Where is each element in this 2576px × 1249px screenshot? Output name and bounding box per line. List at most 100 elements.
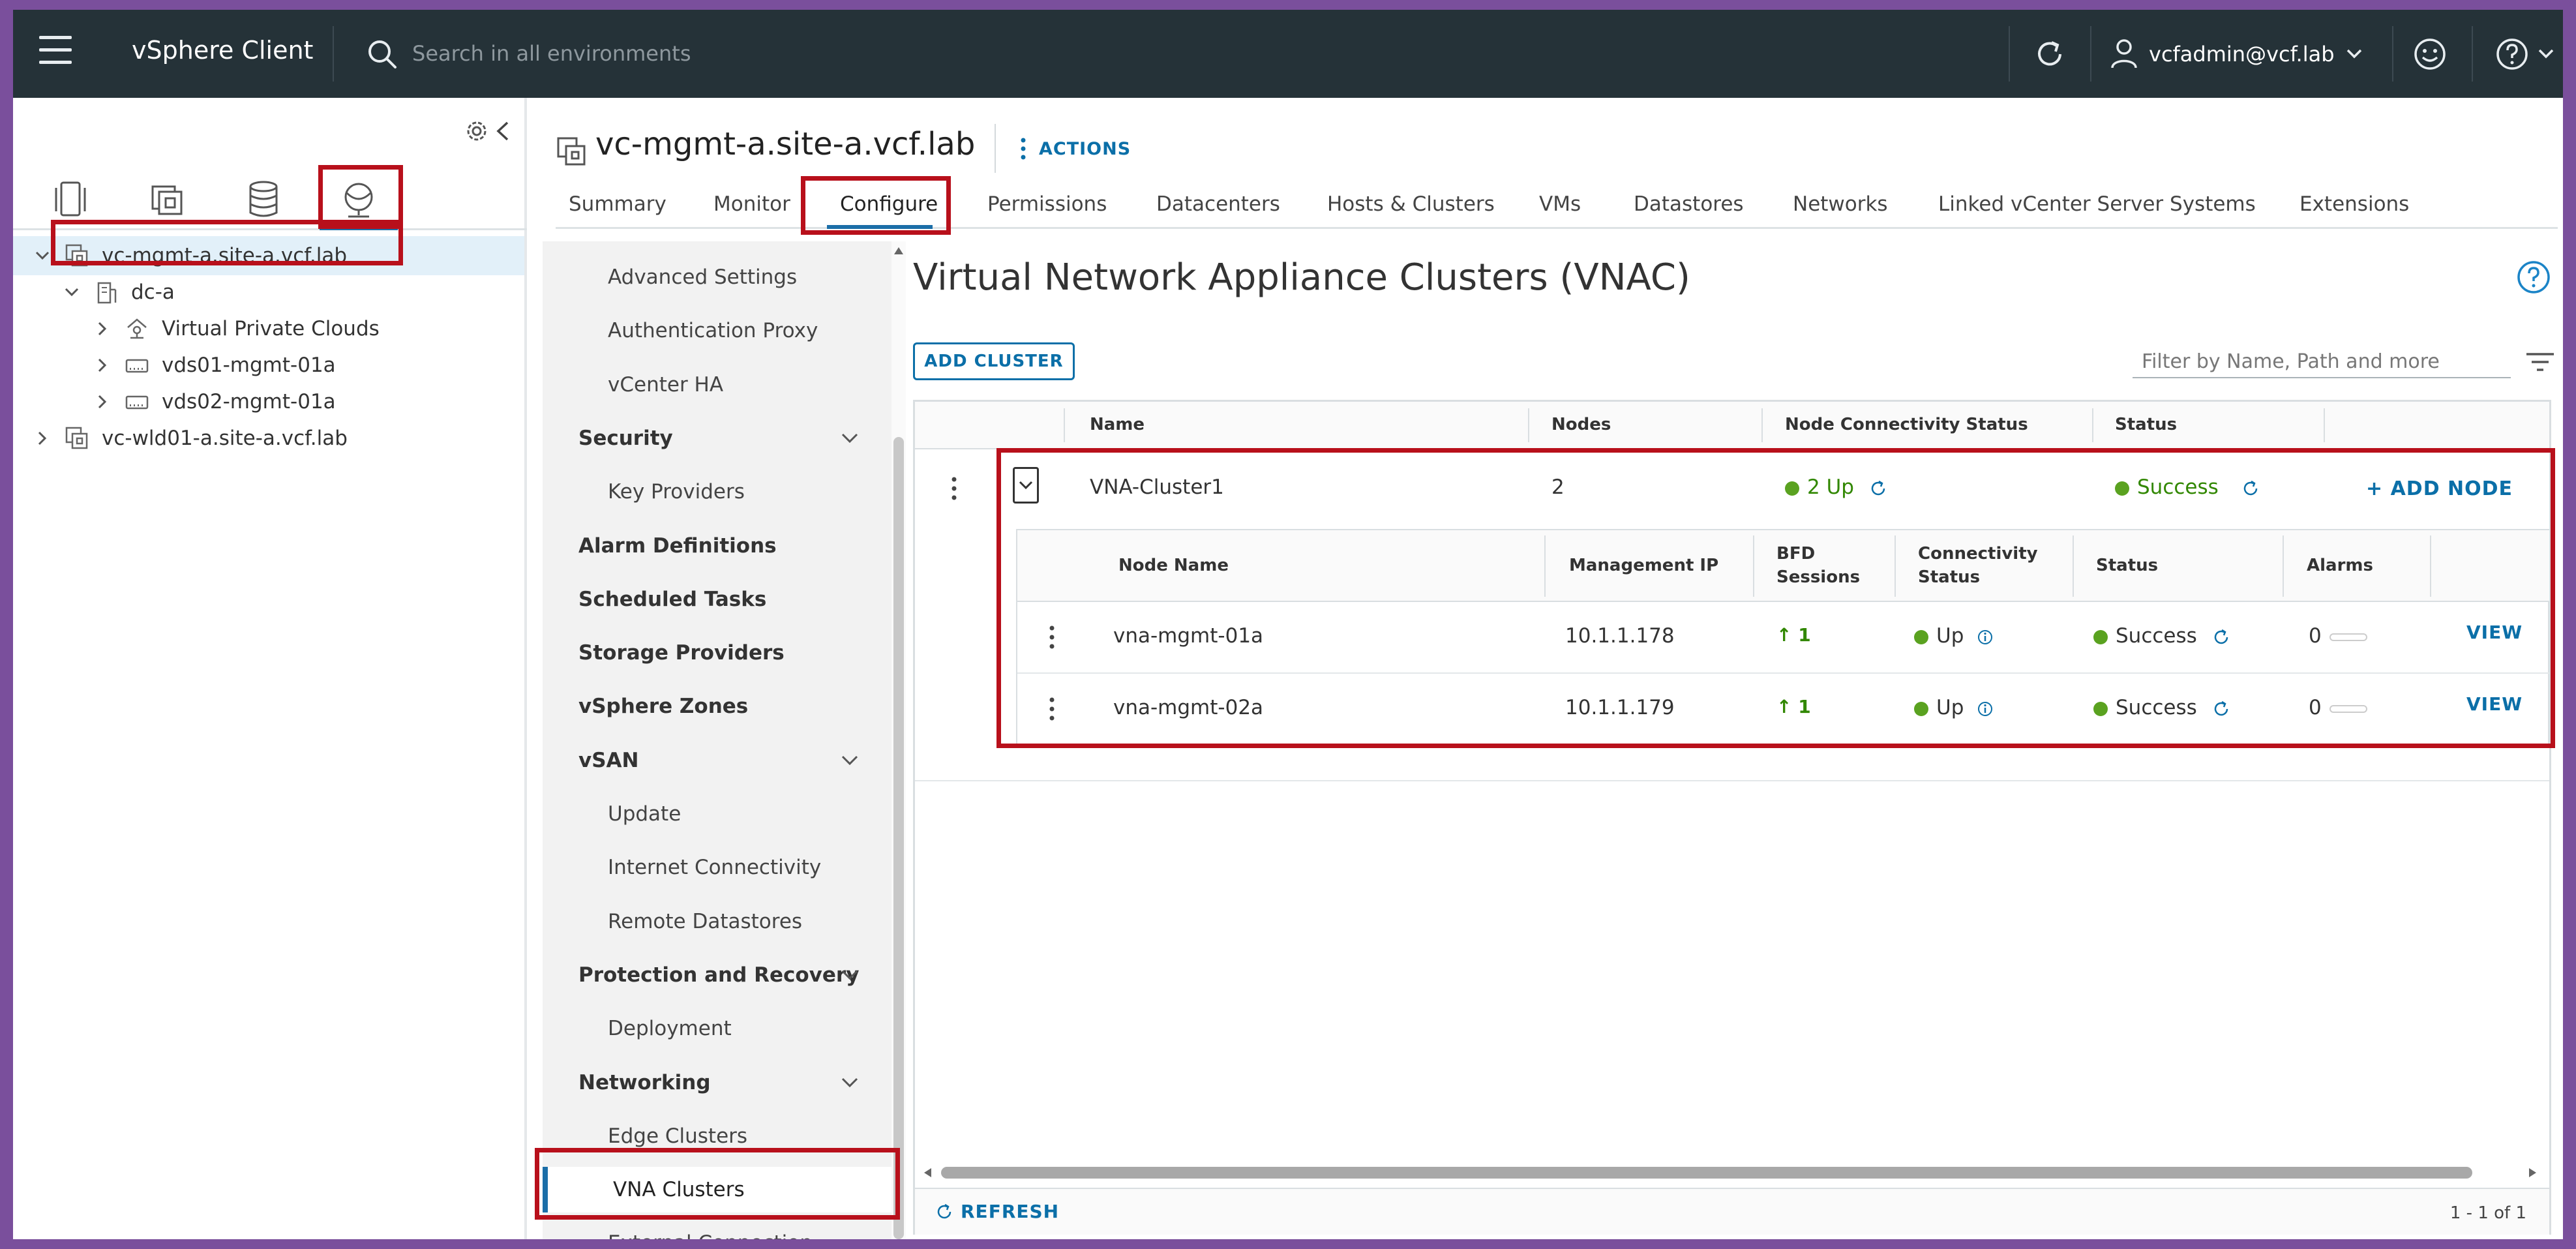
chevron-right-icon[interactable] bbox=[93, 392, 112, 412]
tree-item-vds01[interactable]: vds01-mgmt-01a bbox=[93, 347, 336, 384]
menu-item-security[interactable]: Security bbox=[543, 415, 891, 461]
connectivity-text[interactable]: 2 Up bbox=[1807, 475, 1854, 499]
tab-monitor[interactable]: Monitor bbox=[713, 192, 790, 216]
chevron-down-icon[interactable] bbox=[839, 1076, 860, 1090]
tab-linked-vcenter[interactable]: Linked vCenter Server Systems bbox=[1938, 192, 2256, 216]
chevron-down-icon[interactable] bbox=[839, 753, 860, 768]
menu-scroll-thumb[interactable] bbox=[893, 437, 904, 1239]
column-node-connectivity[interactable]: Node Connectivity Status bbox=[1785, 415, 2028, 434]
bfd-count[interactable]: 1 bbox=[1798, 696, 1810, 717]
menu-item-remote-datastores[interactable]: Remote Datastores bbox=[543, 899, 891, 944]
column-name[interactable]: Name bbox=[1090, 415, 1145, 434]
tab-networks[interactable]: Networks bbox=[1793, 192, 1888, 216]
menu-item-key-providers[interactable]: Key Providers bbox=[543, 469, 891, 515]
menu-item-deployment[interactable]: Deployment bbox=[543, 1006, 891, 1051]
tab-extensions[interactable]: Extensions bbox=[2299, 192, 2409, 216]
column-management-ip[interactable]: Management IP bbox=[1569, 554, 1718, 577]
chevron-down-icon[interactable] bbox=[839, 968, 860, 982]
chevron-down-icon[interactable] bbox=[2537, 48, 2555, 61]
help-menu-icon[interactable] bbox=[2493, 35, 2532, 74]
add-cluster-button[interactable]: ADD CLUSTER bbox=[913, 342, 1075, 380]
actions-button[interactable]: ACTIONS bbox=[1021, 137, 1131, 160]
search-icon[interactable] bbox=[364, 36, 400, 72]
refresh-icon[interactable] bbox=[2211, 699, 2231, 719]
storage-icon[interactable] bbox=[240, 176, 287, 223]
menu-item-external-connection[interactable]: External Connection bbox=[543, 1220, 891, 1239]
refresh-icon[interactable] bbox=[1868, 479, 1888, 498]
scroll-up-icon[interactable] bbox=[892, 245, 905, 258]
row-actions-icon[interactable] bbox=[1049, 624, 1055, 650]
row-actions-icon[interactable] bbox=[1049, 696, 1055, 722]
column-bfd-sessions[interactable]: BFD Sessions bbox=[1776, 542, 1860, 589]
filter-input[interactable] bbox=[2133, 346, 2511, 378]
tree-item-vc-wld01[interactable]: vc-wld01-a.site-a.vcf.lab bbox=[33, 420, 348, 457]
chevron-right-icon[interactable] bbox=[93, 355, 112, 375]
column-connectivity-status[interactable]: Connectivity Status bbox=[1918, 542, 2038, 589]
column-status[interactable]: Status bbox=[2096, 554, 2158, 577]
menu-item-authentication-proxy[interactable]: Authentication Proxy bbox=[543, 308, 891, 354]
menu-item-storage-providers[interactable]: Storage Providers bbox=[543, 630, 891, 676]
menu-item-vcenter-ha[interactable]: vCenter HA bbox=[543, 362, 891, 408]
refresh-icon[interactable] bbox=[2241, 479, 2260, 498]
menu-item-vsphere-zones[interactable]: vSphere Zones bbox=[543, 684, 891, 729]
menu-item-alarm-definitions[interactable]: Alarm Definitions bbox=[543, 523, 891, 569]
tree-item-vds02[interactable]: vds02-mgmt-01a bbox=[93, 384, 336, 420]
menu-icon[interactable] bbox=[39, 36, 72, 72]
tab-summary[interactable]: Summary bbox=[569, 192, 666, 216]
chevron-down-icon[interactable] bbox=[839, 431, 860, 445]
menu-item-edge-clusters[interactable]: Edge Clusters bbox=[543, 1113, 891, 1159]
node-connectivity: Up bbox=[1914, 696, 1994, 719]
scroll-right-icon[interactable] bbox=[2526, 1166, 2539, 1179]
scroll-left-icon[interactable] bbox=[921, 1166, 935, 1179]
tree-item-dc-a[interactable]: dc-a bbox=[62, 274, 175, 310]
expand-row-button[interactable] bbox=[1013, 467, 1039, 504]
refresh-icon[interactable] bbox=[2211, 627, 2231, 647]
column-alarms[interactable]: Alarms bbox=[2307, 554, 2373, 577]
collapse-panel-icon[interactable] bbox=[494, 120, 511, 142]
vms-and-templates-icon[interactable] bbox=[143, 176, 190, 223]
tab-vms[interactable]: VMs bbox=[1539, 192, 1581, 216]
chevron-down-icon[interactable] bbox=[62, 282, 82, 302]
menu-item-advanced-settings[interactable]: Advanced Settings bbox=[543, 254, 891, 300]
tab-permissions[interactable]: Permissions bbox=[987, 192, 1107, 216]
row-actions-icon[interactable] bbox=[951, 475, 957, 502]
refresh-icon[interactable] bbox=[2030, 35, 2069, 74]
view-node-link[interactable]: VIEW bbox=[2466, 622, 2523, 643]
bfd-count[interactable]: 1 bbox=[1798, 624, 1810, 646]
chevron-right-icon[interactable] bbox=[93, 319, 112, 339]
tab-configure[interactable]: Configure bbox=[840, 192, 938, 216]
menu-item-protection-and-recovery[interactable]: Protection and Recovery bbox=[543, 952, 891, 998]
view-node-link[interactable]: VIEW bbox=[2466, 693, 2523, 715]
info-icon[interactable] bbox=[1977, 700, 1994, 717]
column-node-name[interactable]: Node Name bbox=[1118, 554, 1229, 577]
menu-item-networking[interactable]: Networking bbox=[543, 1060, 891, 1106]
menu-item-scheduled-tasks[interactable]: Scheduled Tasks bbox=[543, 577, 891, 622]
inventory-tabs-border bbox=[13, 228, 527, 230]
menu-item-vna-clusters[interactable]: VNA Clusters bbox=[543, 1167, 891, 1213]
filter-icon[interactable] bbox=[2524, 349, 2556, 375]
smiley-icon[interactable] bbox=[2410, 35, 2449, 74]
tab-datacenters[interactable]: Datacenters bbox=[1156, 192, 1280, 216]
info-icon[interactable] bbox=[1977, 629, 1994, 646]
chevron-right-icon[interactable] bbox=[33, 429, 52, 448]
tab-datastores[interactable]: Datastores bbox=[1634, 192, 1744, 216]
hosts-and-clusters-icon[interactable] bbox=[47, 176, 94, 223]
tree-item-vpc[interactable]: Virtual Private Clouds bbox=[93, 310, 380, 347]
horizontal-scroll-thumb[interactable] bbox=[941, 1167, 2472, 1179]
gear-icon[interactable] bbox=[463, 117, 490, 145]
add-node-link[interactable]: + ADD NODE bbox=[2366, 477, 2513, 500]
networking-icon[interactable] bbox=[335, 176, 382, 223]
chevron-down-icon[interactable] bbox=[33, 246, 52, 265]
tab-hosts-clusters[interactable]: Hosts & Clusters bbox=[1327, 192, 1495, 216]
search-input[interactable] bbox=[412, 37, 999, 70]
menu-item-internet-connectivity[interactable]: Internet Connectivity bbox=[543, 845, 891, 890]
help-icon[interactable] bbox=[2516, 260, 2551, 295]
menu-item-update[interactable]: Update bbox=[543, 791, 891, 837]
menu-item-vsan[interactable]: vSAN bbox=[543, 738, 891, 783]
app-title[interactable]: vSphere Client bbox=[132, 36, 313, 65]
column-status[interactable]: Status bbox=[2115, 415, 2177, 434]
refresh-button[interactable]: REFRESH bbox=[935, 1201, 1059, 1222]
tree-item-vc-mgmt[interactable]: vc-mgmt-a.site-a.vcf.lab bbox=[33, 237, 347, 274]
column-nodes[interactable]: Nodes bbox=[1551, 415, 1611, 434]
user-menu[interactable]: vcfadmin@vcf.lab bbox=[2110, 35, 2363, 74]
